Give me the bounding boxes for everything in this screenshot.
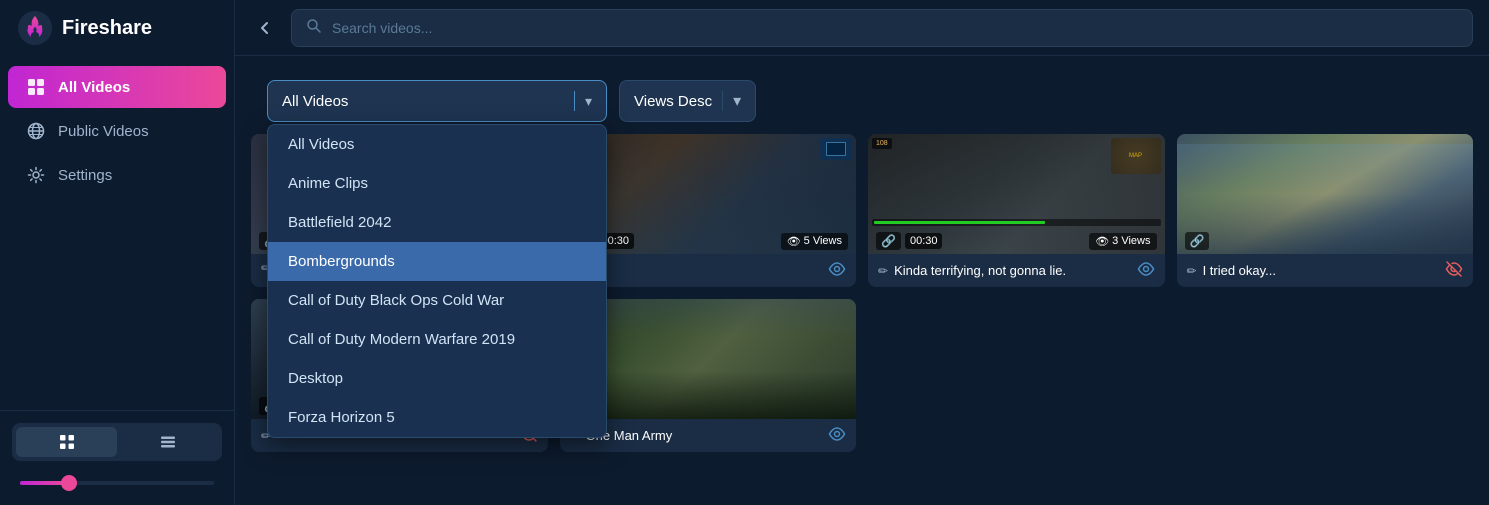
sidebar: Fireshare All Videos (0, 0, 235, 505)
eye-icon-2: 👁 (787, 235, 801, 248)
search-bar (291, 9, 1473, 47)
video-footer-3: ✏ Kinda terrifying, not gonna lie. (868, 254, 1165, 287)
collapse-sidebar-button[interactable] (251, 14, 279, 42)
pencil-icon-4: ✏ (1187, 264, 1197, 278)
globe-icon (26, 121, 46, 141)
video-thumb-4: 🔗 (1177, 134, 1474, 254)
list-view-button[interactable] (117, 427, 218, 457)
main-content: All Videos ▾ All Videos Anime Clips Batt… (235, 0, 1489, 505)
video-title-4: ✏ I tried okay... (1187, 263, 1446, 278)
sidebar-item-all-videos[interactable]: All Videos (8, 66, 226, 108)
duration-3: 00:30 (905, 233, 943, 249)
filter-chevron-icon: ▾ (585, 93, 592, 110)
sidebar-item-all-videos-label: All Videos (58, 79, 130, 96)
video-title-6: ✏ One Man Army (570, 428, 829, 443)
video-footer-4: ✏ I tried okay... (1177, 254, 1474, 287)
filter-dropdown: All Videos ▾ All Videos Anime Clips Batt… (267, 80, 607, 122)
filter-area: All Videos ▾ All Videos Anime Clips Batt… (251, 68, 1473, 122)
video-card-4[interactable]: 🔗 ✏ I tried okay... (1177, 134, 1474, 287)
sort-button[interactable]: Views Desc ▾ (619, 80, 756, 122)
visibility-icon-2 (828, 260, 846, 281)
filter-select-button[interactable]: All Videos ▾ (267, 80, 607, 122)
filter-dropdown-menu: All Videos Anime Clips Battlefield 2042 … (267, 124, 607, 438)
video-card-3[interactable]: 108 MAP 🔗 (868, 134, 1165, 287)
toolbar (235, 0, 1489, 56)
sidebar-item-settings-label: Settings (58, 167, 112, 184)
grid-view-button[interactable] (16, 427, 117, 457)
dropdown-item-anime-clips[interactable]: Anime Clips (268, 164, 606, 203)
dropdown-item-cod-mw[interactable]: Call of Duty Modern Warfare 2019 (268, 320, 606, 359)
sidebar-bottom (0, 410, 234, 505)
view-toggle (12, 423, 222, 461)
eye-icon-3: 👁 (1095, 235, 1109, 248)
search-input[interactable] (332, 20, 1458, 36)
video-meta-4: 🔗 (1177, 228, 1474, 254)
pencil-icon-3: ✏ (878, 264, 888, 278)
dropdown-item-all-videos[interactable]: All Videos (268, 125, 606, 164)
views-badge-2: 👁 5 Views (781, 233, 848, 250)
dropdown-item-desktop[interactable]: Desktop (268, 359, 606, 398)
slider-track (20, 481, 214, 485)
visibility-icon-6 (828, 425, 846, 446)
dropdown-item-battlefield[interactable]: Battlefield 2042 (268, 203, 606, 242)
sidebar-logo: Fireshare (0, 0, 234, 56)
views-badge-3: 👁 3 Views (1089, 233, 1156, 250)
search-icon (306, 18, 322, 37)
fireshare-logo-icon (18, 11, 52, 45)
visibility-icon-4 (1445, 260, 1463, 281)
sidebar-item-public-videos-label: Public Videos (58, 123, 149, 140)
app-title: Fireshare (62, 17, 152, 40)
link-icon-4: 🔗 (1185, 232, 1210, 250)
sort-label: Views Desc (634, 93, 712, 110)
filter-select-label: All Videos (282, 93, 564, 110)
content-area: All Videos ▾ All Videos Anime Clips Batt… (235, 56, 1489, 505)
video-title-2: ✏ (570, 264, 829, 278)
sidebar-nav: All Videos Public Videos Se (0, 56, 234, 410)
video-meta-3: 🔗 00:30 👁 3 Views (868, 228, 1165, 254)
dropdown-item-cod-black-ops[interactable]: Call of Duty Black Ops Cold War (268, 281, 606, 320)
video-title-3: ✏ Kinda terrifying, not gonna lie. (878, 263, 1137, 278)
sort-chevron-icon: ▾ (733, 91, 741, 111)
video-thumb-3: 108 MAP 🔗 (868, 134, 1165, 254)
slider-thumb[interactable] (61, 475, 77, 491)
grid-icon (26, 77, 46, 97)
dropdown-item-forza[interactable]: Forza Horizon 5 (268, 398, 606, 437)
sidebar-item-settings[interactable]: Settings (8, 154, 226, 196)
visibility-icon-3 (1137, 260, 1155, 281)
dropdown-item-bombergrounds[interactable]: Bombergrounds (268, 242, 606, 281)
sort-divider (722, 91, 723, 111)
sidebar-item-public-videos[interactable]: Public Videos (8, 110, 226, 152)
filter-divider (574, 91, 575, 111)
link-icon-3: 🔗 (876, 232, 901, 250)
gear-icon (26, 165, 46, 185)
zoom-slider[interactable] (8, 473, 226, 493)
